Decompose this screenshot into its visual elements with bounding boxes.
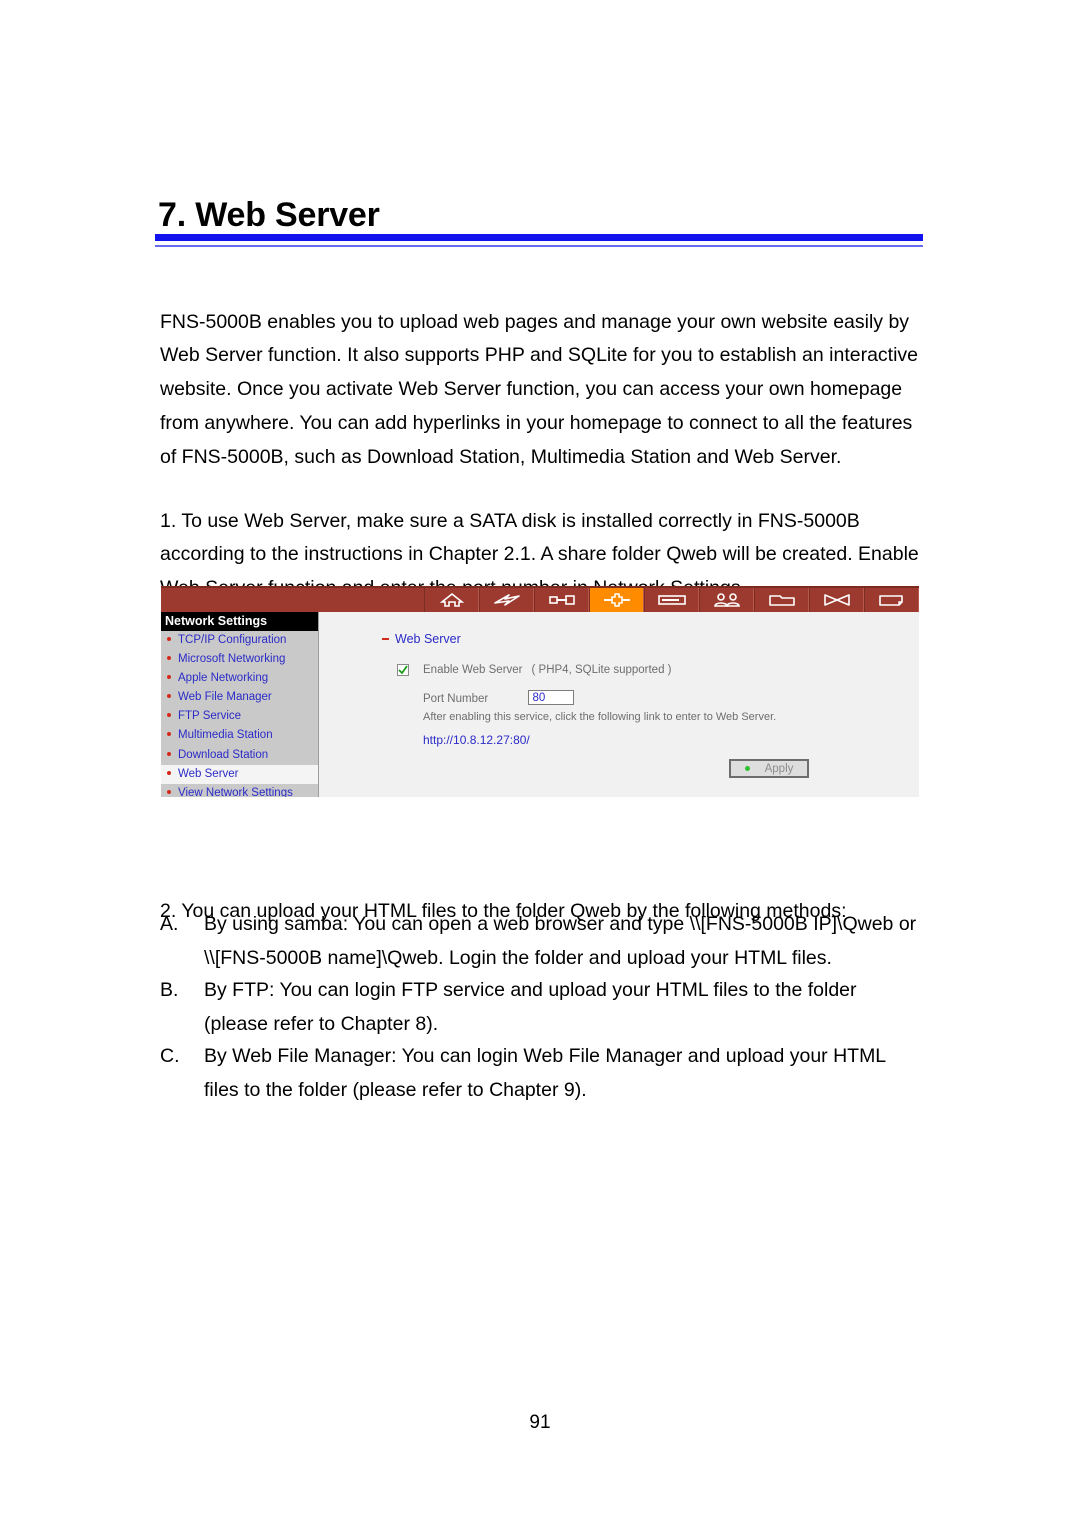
sidebar-item-label: FTP Service [178,710,242,723]
enable-web-server-note: ( PHP4, SQLite supported ) [531,664,672,676]
bullet-icon [167,675,171,680]
list-item-marker: C. [160,1045,180,1067]
sidebar-item-download-station[interactable]: Download Station [161,746,318,765]
list-item: C. By Web File Manager: You can login We… [160,1040,922,1108]
web-server-url-link[interactable]: http://10.8.12.27:80/ [423,733,530,747]
port-number-row: Port Number 80 [423,689,823,707]
document-icon[interactable] [864,588,919,612]
disk-drive-icon[interactable] [644,588,699,612]
bullet-icon [167,751,171,756]
enable-web-server-label: Enable Web Server [423,664,523,676]
bullet-icon [167,713,171,718]
title-divider [155,234,923,243]
title-divider-thin [155,245,923,247]
enable-web-server-row: Enable Web Server ( PHP4, SQLite support… [397,664,672,676]
network-settings-screenshot: Network Settings TCP/IP Configuration Mi… [161,586,919,797]
bullet-icon [167,636,171,641]
home-icon[interactable] [424,588,479,612]
apply-button-label: Apply [764,762,794,775]
app-toolbar [161,586,919,612]
web-server-hint-text: After enabling this service, click the f… [423,711,777,723]
sidebar-item-label: TCP/IP Configuration [178,634,287,646]
sidebar-item-tcpip-configuration[interactable]: TCP/IP Configuration [161,631,318,650]
sidebar-item-label: View Network Settings [178,786,293,797]
document-page: 7. Web Server FNS-5000B enables you to u… [0,0,1080,1527]
list-item-marker: A. [160,913,179,935]
sidebar-item-label: Web File Manager [178,691,272,704]
sidebar-item-web-server[interactable]: Web Server [161,764,318,784]
sidebar-header: Network Settings [161,612,318,631]
bullet-icon [167,789,171,794]
list-item-text: By Web File Manager: You can login Web F… [204,1045,886,1101]
sidebar-item-multimedia-station[interactable]: Multimedia Station [161,726,318,745]
sidebar-item-ftp-service[interactable]: FTP Service [161,707,318,726]
list-item-marker: B. [160,979,179,1001]
app-sidebar: Network Settings TCP/IP Configuration Mi… [161,612,319,797]
list-item: B. By FTP: You can login FTP service and… [160,974,922,1042]
users-icon[interactable] [699,588,754,612]
bullet-icon [167,732,171,737]
sidebar-item-label: Web Server [178,767,239,780]
sidebar-item-apple-networking[interactable]: Apple Networking [161,669,318,688]
bullet-icon [167,694,171,699]
port-number-label: Port Number [423,693,489,705]
list-item-text: By using samba: You can open a web brows… [204,913,917,969]
sidebar-item-view-network-settings[interactable]: View Network Settings [161,784,318,797]
apply-button[interactable]: Apply [729,759,809,778]
app-main-panel: Web Server Enable Web Server ( PHP4, SQL… [320,612,919,797]
port-number-input[interactable]: 80 [528,690,575,706]
sidebar-item-label: Apple Networking [178,672,269,685]
sidebar-item-label: Multimedia Station [178,729,273,742]
lightning-bolt-icon[interactable] [479,588,534,612]
sidebar-item-microsoft-networking[interactable]: Microsoft Networking [161,650,318,669]
collapse-minus-icon[interactable] [382,637,389,640]
green-dot-icon [744,766,750,771]
list-item: A. By using samba: You can open a web br… [160,908,922,976]
folder-icon[interactable] [754,588,809,612]
section-title-label: Web Server [395,632,461,646]
enable-web-server-checkbox[interactable] [397,664,409,676]
intro-paragraph: FNS-5000B enables you to upload web page… [160,310,919,468]
bullet-icon [167,656,171,661]
section-title-web-server[interactable]: Web Server [382,632,461,646]
bullet-icon [167,770,171,775]
key-icon[interactable] [534,588,589,612]
network-share-icon[interactable] [809,588,864,612]
sidebar-item-label: Download Station [178,748,269,761]
network-plug-icon[interactable] [589,588,644,612]
sidebar-item-label: Microsoft Networking [178,653,286,666]
list-item-text: By FTP: You can login FTP service and up… [204,979,857,1035]
page-title: 7. Web Server [158,195,380,234]
sidebar-item-web-file-manager[interactable]: Web File Manager [161,688,318,707]
page-number: 91 [529,1412,551,1433]
